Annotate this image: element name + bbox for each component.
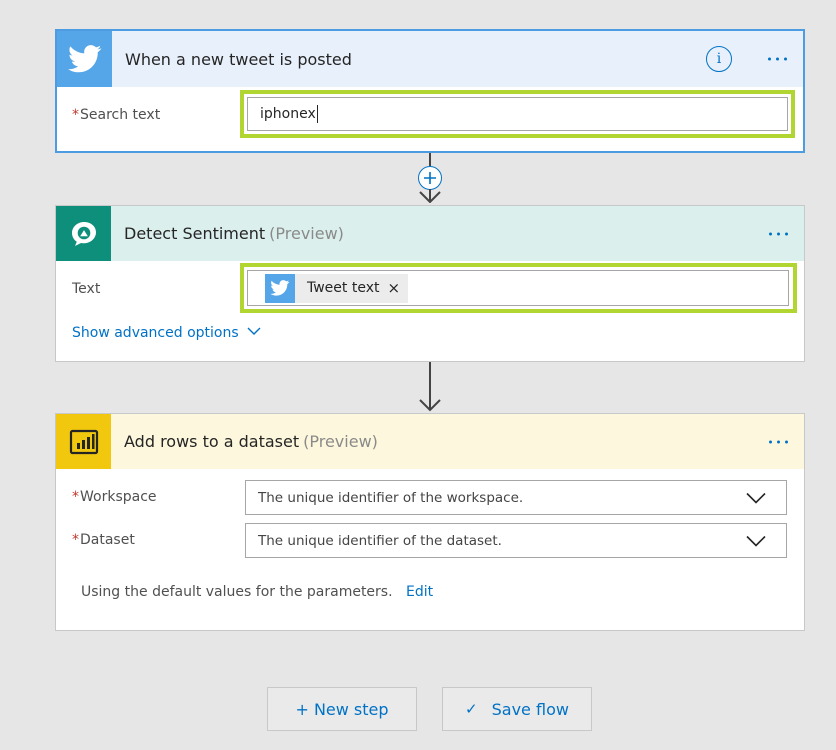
dataset-placeholder: The unique identifier of the dataset. [258,532,502,549]
twitter-icon-tile [57,31,112,87]
sentiment-card-title: Detect Sentiment (Preview) [124,224,344,243]
insert-step-button[interactable] [418,166,442,190]
connector-line-1 [429,153,431,166]
powerbi-icon-tile [56,414,111,469]
save-flow-label: Save flow [491,699,569,719]
cognitive-services-icon [71,221,96,246]
power-bi-icon [69,429,98,454]
dataset-label: *Dataset [72,532,135,548]
preview-label: (Preview) [269,224,344,243]
twitter-bird-icon [270,280,290,296]
required-marker: * [72,107,79,123]
chevron-down-icon[interactable] [247,327,261,336]
powerbi-card-title: Add rows to a dataset (Preview) [124,432,378,451]
info-glyph: i [716,51,722,67]
search-text-row: *Search text iphonex [57,87,803,149]
new-step-label: + New step [295,699,389,719]
preview-label: (Preview) [303,432,378,451]
search-text-value: iphonex [260,106,316,122]
remove-token-icon[interactable]: × [387,279,408,297]
arrow-down-icon [419,362,441,412]
text-caret [316,105,318,123]
show-advanced-options-link[interactable]: Show advanced options [72,325,239,341]
sentiment-icon-tile [56,206,111,261]
dataset-select[interactable]: The unique identifier of the dataset. [245,523,787,558]
detect-sentiment-card: Detect Sentiment (Preview) Text Tweet tex… [55,205,805,362]
arrow-down-icon [419,189,441,203]
defaults-note: Using the default values for the paramet… [81,584,393,600]
info-icon[interactable]: i [706,46,732,72]
twitter-card-header[interactable]: When a new tweet is posted i [57,31,803,87]
show-advanced-options-row: Show advanced options [72,325,261,341]
tweet-text-token[interactable]: Tweet text × [265,273,409,303]
search-text-input[interactable]: iphonex [247,97,788,131]
sentiment-text-label: Text [72,281,101,297]
plus-icon [424,172,436,184]
required-marker: * [72,532,79,548]
sentiment-card-more-menu-button[interactable] [767,226,790,241]
tweet-token-icon-tile [265,273,295,303]
checkmark-icon: ✓ [465,700,478,718]
powerbi-card: Add rows to a dataset (Preview) *Workspac… [55,413,805,631]
edit-defaults-link[interactable]: Edit [406,584,433,600]
defaults-note-row: Using the default values for the paramet… [81,584,433,600]
twitter-card-title: When a new tweet is posted [125,49,352,69]
twitter-card-more-menu-button[interactable] [766,52,789,67]
sentiment-text-row: Text Tweet text × [56,261,804,317]
sentiment-card-header[interactable]: Detect Sentiment (Preview) [56,206,804,261]
sentiment-text-input[interactable]: Tweet text × [247,270,789,306]
save-flow-button[interactable]: ✓ Save flow [442,687,592,731]
twitter-bird-icon [67,45,101,73]
required-marker: * [72,489,79,505]
powerbi-card-header[interactable]: Add rows to a dataset (Preview) [56,414,804,469]
chevron-down-icon [746,535,766,546]
powerbi-card-more-menu-button[interactable] [767,434,790,449]
search-text-label: *Search text [72,107,161,123]
tweet-token-label: Tweet text [307,280,380,296]
workspace-placeholder: The unique identifier of the workspace. [258,489,524,506]
twitter-trigger-card: When a new tweet is posted i *Search tex… [55,29,805,153]
chevron-down-icon [746,492,766,503]
new-step-button[interactable]: + New step [267,687,417,731]
workspace-label: *Workspace [72,489,157,505]
workspace-select[interactable]: The unique identifier of the workspace. [245,480,787,515]
